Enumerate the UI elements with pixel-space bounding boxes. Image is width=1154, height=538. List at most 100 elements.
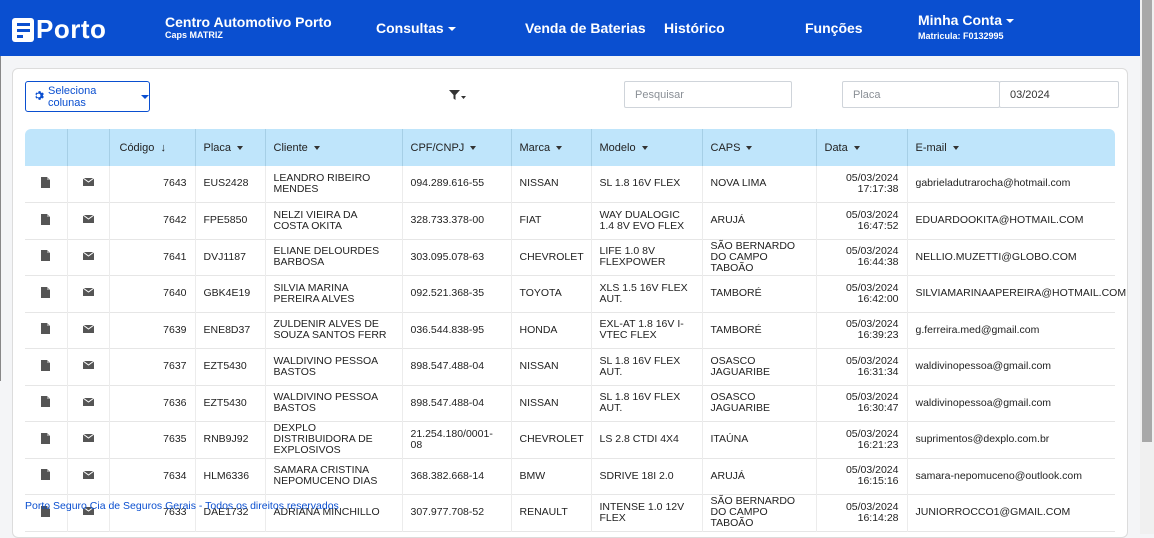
header-marca[interactable]: Marca [511, 129, 592, 166]
account-menu[interactable]: Minha Conta Matricula: F0132995 [918, 13, 1014, 41]
cell-time: 16:14:28 [857, 511, 899, 524]
cell-modelo: SL 1.8 16V FLEX AUT. [591, 348, 703, 385]
header-cpf-label: CPF/CNPJ [410, 141, 465, 154]
cell-modelo: EXL-AT 1.8 16V I-VTEC FLEX [591, 312, 703, 349]
account-name[interactable]: Minha Conta [918, 13, 1014, 27]
cell-modelo: XLS 1.5 16V FLEX AUT. [591, 275, 703, 312]
document-icon[interactable] [25, 275, 68, 312]
chevron-down-icon [141, 94, 149, 99]
cell-placa: EZT5430 [195, 385, 266, 422]
cell-cliente: ZULDENIR ALVES DE SOUZA SANTOS FERR [265, 312, 403, 349]
cell-cpf: 21.254.180/0001-08 [402, 421, 512, 458]
select-columns-label: Seleciona colunas [48, 84, 97, 109]
table-row[interactable]: 7639 ENE8D37 ZULDENIR ALVES DE SOUZA SANTO… [25, 312, 1115, 349]
envelope-icon[interactable] [67, 275, 110, 312]
envelope-icon[interactable] [67, 239, 110, 276]
account-registration: Matricula: F0132995 [918, 31, 1004, 41]
envelope-icon[interactable] [67, 385, 110, 422]
document-icon[interactable] [25, 166, 68, 203]
table-row[interactable]: 7635 RNB9J92 DEXPLO DISTRIBUIDORA DE EXPLO… [25, 421, 1115, 458]
header-caps[interactable]: CAPS [702, 129, 817, 166]
table-row[interactable]: 7641 DVJ1187 ELIANE DELOURDES BARBOSA 303.0… [25, 239, 1115, 276]
header-cliente[interactable]: Cliente [265, 129, 403, 166]
page-scrollbar[interactable] [1140, 0, 1154, 534]
envelope-icon[interactable] [67, 458, 110, 495]
cell-email: SILVIAMARINAAPEREIRA@HOTMAIL.COM [915, 287, 1127, 300]
arrow-down-icon: ↓ [160, 141, 166, 154]
table-row[interactable]: 7642 FPE5850 NELZI VIEIRA DA COSTA OKITA 32… [25, 202, 1115, 239]
cell-cliente: WALDIVINO PESSOA BASTOS [265, 348, 403, 385]
cell-cliente: NELZI VIEIRA DA COSTA OKITA [265, 202, 403, 239]
envelope-icon[interactable] [67, 312, 110, 349]
cell-modelo: SDRIVE 18I 2.0 [591, 458, 703, 495]
scrollbar-thumb[interactable] [1142, 0, 1152, 442]
header-mail [67, 129, 110, 166]
footer-copyright[interactable]: Porto Seguro Cia de Seguros Gerais - Tod… [25, 500, 339, 512]
filter-button[interactable] [449, 87, 466, 105]
cell-placa: FPE5850 [195, 202, 266, 239]
envelope-icon[interactable] [67, 202, 110, 239]
cell-cpf: 303.095.078-63 [402, 239, 512, 276]
brand-title: Centro Automotivo Porto [165, 14, 332, 30]
envelope-icon[interactable] [67, 166, 110, 203]
chevron-down-icon [1006, 19, 1014, 24]
cell-cpf: 898.547.488-04 [402, 348, 512, 385]
envelope-icon[interactable] [67, 348, 110, 385]
cell-email: g.ferreira.med@gmail.com [915, 323, 1040, 336]
chevron-down-icon [237, 145, 244, 150]
cell-codigo: 7640 [109, 275, 196, 312]
header-data[interactable]: Data [816, 129, 908, 166]
porto-logo[interactable]: Porto [12, 14, 106, 45]
plate-input[interactable]: Placa [842, 81, 1000, 108]
cell-caps: OSASCO JAGUARIBE [702, 348, 817, 385]
chevron-down-icon [746, 145, 753, 150]
search-input[interactable]: Pesquisar [624, 81, 792, 108]
header-modelo[interactable]: Modelo [591, 129, 703, 166]
envelope-icon[interactable] [67, 421, 110, 458]
document-icon[interactable] [25, 239, 68, 276]
nav-historico[interactable]: Histórico [664, 20, 725, 36]
cell-time: 16:31:34 [857, 365, 899, 378]
table-row[interactable]: 7643 EUS2428 LEANDRO RIBEIRO MENDES 094.289… [25, 166, 1115, 203]
document-icon[interactable] [25, 202, 68, 239]
table-row[interactable]: 7634 HLM6336 SAMARA CRISTINA NEPOMUCENO DI… [25, 458, 1115, 495]
cell-cpf: 036.544.838-95 [402, 312, 512, 349]
cell-time: 16:15:16 [857, 475, 899, 488]
table-row[interactable]: 7637 EZT5430 WALDIVINO PESSOA BASTOS 898.54… [25, 348, 1115, 385]
cell-time: 16:21:23 [857, 438, 899, 451]
header-codigo[interactable]: Código ↓ [109, 129, 196, 166]
cell-modelo: LIFE 1.0 8V FLEXPOWER [591, 239, 703, 276]
chevron-down-icon [952, 145, 959, 150]
cell-placa: RNB9J92 [195, 421, 266, 458]
cell-modelo: WAY DUALOGIC 1.4 8V EVO FLEX [591, 202, 703, 239]
cell-email: samara-nepomuceno@outlook.com [915, 469, 1083, 482]
cell-codigo: 7641 [109, 239, 196, 276]
document-icon[interactable] [25, 385, 68, 422]
porto-logo-mark-icon [12, 17, 34, 42]
header-modelo-label: Modelo [599, 141, 636, 154]
cell-marca: NISSAN [511, 385, 592, 422]
select-columns-button[interactable]: Seleciona colunas [25, 81, 150, 112]
header-placa[interactable]: Placa [195, 129, 266, 166]
cell-email: gabrieladutrarocha@hotmail.com [915, 177, 1071, 190]
cell-codigo: 7637 [109, 348, 196, 385]
cell-data: 05/03/2024 16:44:38 [816, 239, 908, 276]
nav-funcoes[interactable]: Funções [805, 20, 863, 36]
cell-email: waldivinopessoa@gmail.com [915, 360, 1052, 373]
document-icon[interactable] [25, 312, 68, 349]
date-input[interactable]: 03/2024 [999, 81, 1119, 108]
table-row[interactable]: 7636 EZT5430 WALDIVINO PESSOA BASTOS 898.54… [25, 385, 1115, 422]
cell-caps: ARUJÁ [702, 458, 817, 495]
cell-codigo: 7635 [109, 421, 196, 458]
document-icon[interactable] [25, 458, 68, 495]
document-icon[interactable] [25, 348, 68, 385]
nav-consultas[interactable]: Consultas [376, 20, 456, 36]
cell-caps: NOVA LIMA [702, 166, 817, 203]
header-email[interactable]: E-mail [907, 129, 1115, 166]
nav-venda-baterias[interactable]: Venda de Baterias [525, 20, 646, 36]
table-row[interactable]: 7640 GBK4E19 SILVIA MARINA PEREIRA ALVES 09… [25, 275, 1127, 312]
header-cpf[interactable]: CPF/CNPJ [402, 129, 512, 166]
document-icon[interactable] [25, 421, 68, 458]
account-name-label: Minha Conta [918, 12, 1002, 28]
header-cliente-label: Cliente [273, 141, 308, 154]
